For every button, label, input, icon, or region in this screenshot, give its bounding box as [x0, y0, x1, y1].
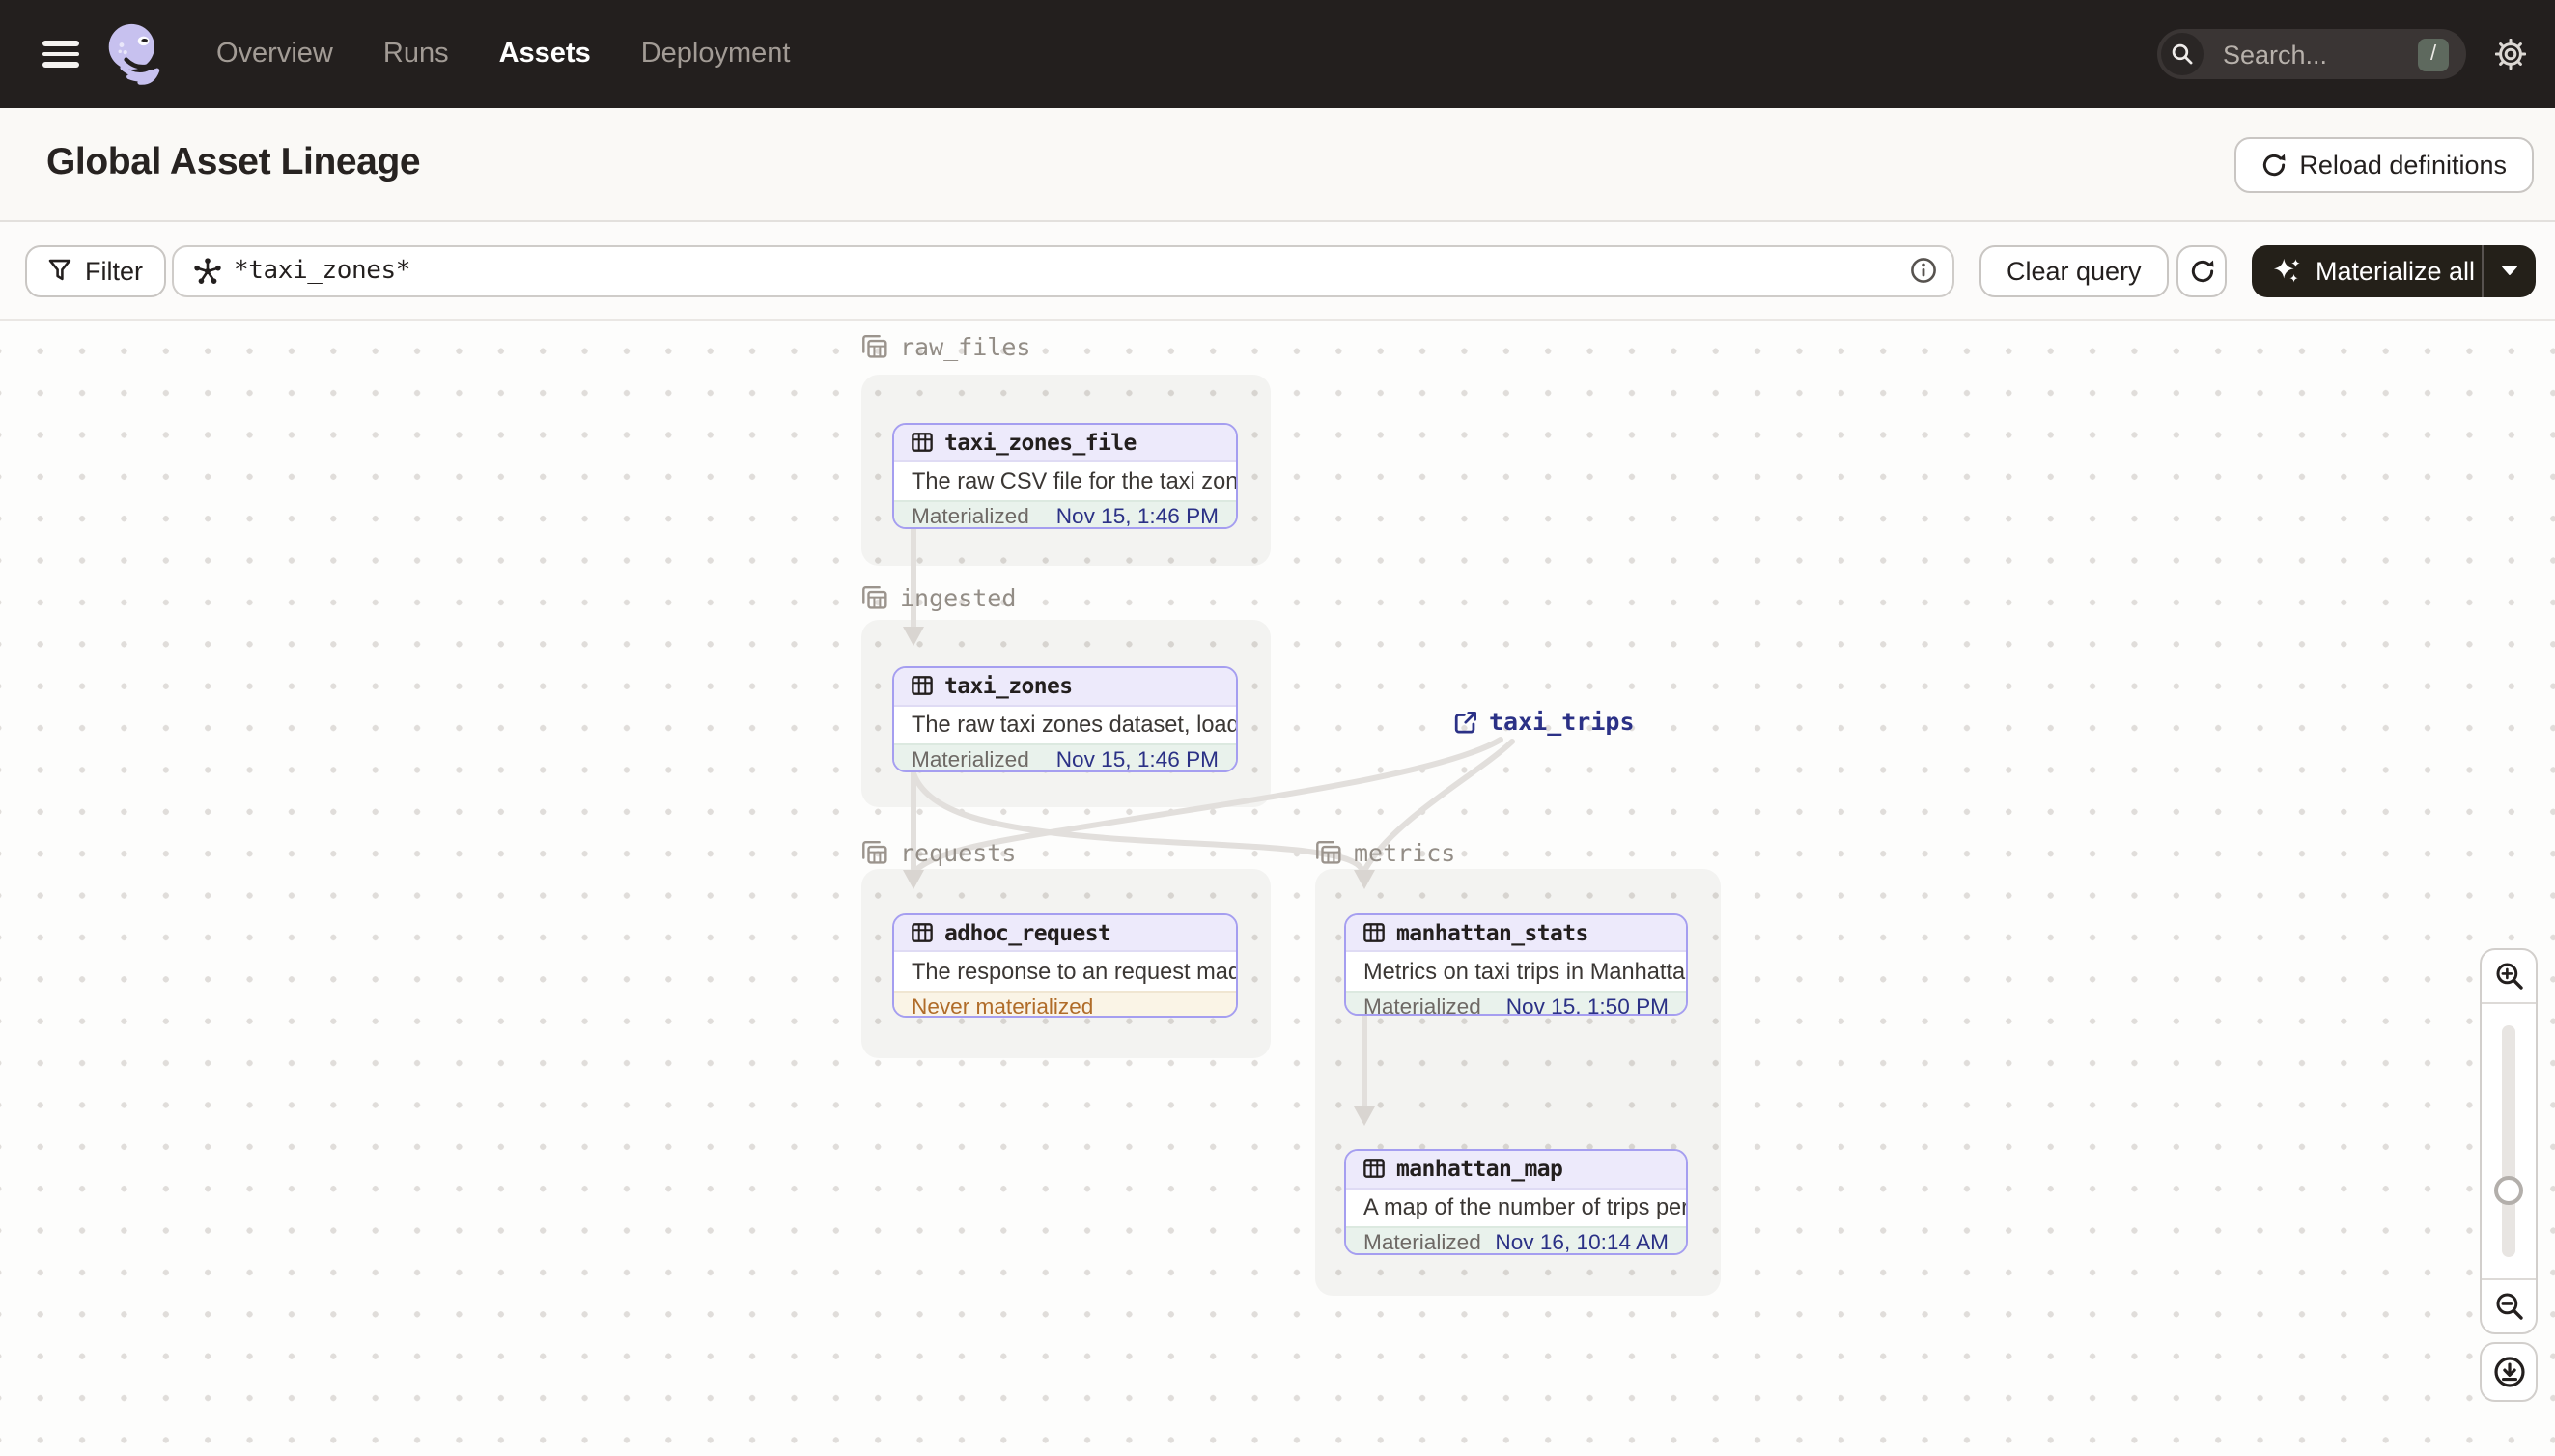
- table-icon: [1363, 1159, 1385, 1179]
- asset-name: manhattan_stats: [1396, 918, 1588, 946]
- table-icon: [912, 676, 933, 696]
- layered-table-icon: [862, 586, 887, 609]
- status-label: Materialized: [1363, 1232, 1481, 1255]
- external-asset-name: taxi_trips: [1489, 707, 1635, 736]
- external-asset-taxi-trips[interactable]: taxi_trips: [1454, 707, 1635, 736]
- zoom-slider-thumb[interactable]: [2494, 1176, 2523, 1205]
- reload-definitions-label: Reload definitions: [2299, 150, 2507, 180]
- lineage-edges: [903, 526, 1515, 1126]
- nav-item-runs[interactable]: Runs: [383, 39, 449, 70]
- refresh-icon: [2190, 260, 2213, 282]
- table-icon: [912, 432, 933, 452]
- asset-name: taxi_zones: [944, 672, 1073, 700]
- nav-item-assets[interactable]: Assets: [499, 39, 591, 70]
- asset-status-row: Materialized Nov 15, 1:46 PM: [894, 743, 1236, 772]
- lineage-toolbar: Filter *taxi_zones* Clear query Material…: [0, 222, 2555, 321]
- asset-description: The raw taxi zones dataset, loaded int..…: [912, 711, 1236, 739]
- lineage-canvas[interactable]: raw_files ingested requests metrics taxi…: [0, 321, 2555, 1456]
- group-label-ingested: ingested: [861, 583, 1016, 612]
- materialization-timestamp[interactable]: Nov 15, 1:46 PM: [1056, 505, 1219, 527]
- top-nav-bar: Overview Runs Assets Deployment Search..…: [0, 0, 2555, 108]
- gear-icon[interactable]: [2466, 39, 2555, 70]
- materialize-options-caret[interactable]: [2484, 266, 2536, 277]
- asset-status-row: Materialized Nov 15, 1:50 PM: [1346, 990, 1686, 1016]
- search-input[interactable]: Search... /: [2157, 29, 2466, 79]
- search-icon: [2161, 33, 2204, 75]
- sparkle-icon: [2273, 258, 2300, 282]
- asset-status-row: Materialized Nov 15, 1:46 PM: [894, 499, 1236, 528]
- layered-table-icon: [862, 335, 887, 358]
- refresh-button[interactable]: [2176, 244, 2227, 297]
- asset-selector-icon: [193, 257, 222, 286]
- table-icon: [912, 922, 933, 942]
- zoom-controls: [2480, 948, 2538, 1334]
- zoom-out-button[interactable]: [2482, 1280, 2536, 1332]
- nav-links: Overview Runs Assets Deployment: [216, 39, 790, 70]
- page-header: Global Asset Lineage Reload definitions: [0, 108, 2555, 222]
- reload-definitions-button[interactable]: Reload definitions: [2233, 137, 2534, 192]
- asset-name: manhattan_map: [1396, 1155, 1563, 1183]
- dagster-app: Overview Runs Assets Deployment Search..…: [0, 0, 2555, 1456]
- asset-node-taxi-zones-file[interactable]: taxi_zones_file The raw CSV file for the…: [892, 422, 1238, 529]
- filter-icon: [48, 260, 71, 281]
- status-label: Materialized: [1363, 995, 1481, 1016]
- asset-name: taxi_zones_file: [944, 428, 1137, 456]
- external-link-icon: [1454, 711, 1476, 733]
- recenter-view-button[interactable]: [2480, 1342, 2538, 1402]
- asset-description: The raw CSV file for the taxi zones dat.…: [912, 466, 1236, 494]
- asset-description: A map of the number of trips per taxi z.…: [1363, 1193, 1686, 1221]
- zoom-out-icon: [2495, 1293, 2522, 1320]
- asset-node-manhattan-stats[interactable]: manhattan_stats Metrics on taxi trips in…: [1344, 912, 1688, 1016]
- status-label: Materialized: [912, 505, 1029, 528]
- asset-status-row: Materialized Nov 16, 10:14 AM: [1346, 1226, 1686, 1255]
- clear-query-label: Clear query: [2007, 256, 2142, 286]
- clear-query-button[interactable]: Clear query: [1979, 244, 2169, 297]
- asset-selection-value: *taxi_zones*: [234, 256, 411, 286]
- zoom-slider-track[interactable]: [2502, 1025, 2515, 1257]
- status-label: Never materialized: [912, 995, 1094, 1017]
- asset-description: Metrics on taxi trips in Manhattan: [1363, 957, 1686, 985]
- materialize-all-button[interactable]: Materialize all: [2252, 244, 2536, 297]
- filter-label: Filter: [85, 256, 143, 286]
- info-icon[interactable]: [1910, 258, 1937, 285]
- zoom-in-icon: [2495, 963, 2522, 990]
- recenter-icon: [2493, 1357, 2524, 1387]
- dagster-logo[interactable]: [104, 21, 170, 87]
- asset-description: The response to an request made in th...: [912, 957, 1236, 985]
- group-label-raw-files: raw_files: [861, 332, 1030, 361]
- materialization-timestamp[interactable]: Nov 16, 10:14 AM: [1495, 1232, 1669, 1253]
- status-label: Materialized: [912, 749, 1029, 772]
- search-placeholder: Search...: [2223, 40, 2328, 69]
- reload-icon: [2262, 154, 2285, 176]
- layered-table-icon: [1316, 841, 1341, 864]
- asset-node-adhoc-request[interactable]: adhoc_request The response to an request…: [892, 912, 1238, 1017]
- materialization-timestamp[interactable]: Nov 15, 1:50 PM: [1506, 995, 1669, 1014]
- layered-table-icon: [862, 841, 887, 864]
- zoom-slider[interactable]: [2482, 1002, 2536, 1280]
- materialize-all-label: Materialize all: [2316, 256, 2476, 286]
- asset-selection-input[interactable]: *taxi_zones*: [172, 244, 1954, 297]
- asset-node-taxi-zones[interactable]: taxi_zones The raw taxi zones dataset, l…: [892, 666, 1238, 772]
- group-label-requests: requests: [861, 838, 1016, 867]
- asset-status-row: Never materialized: [894, 990, 1236, 1017]
- hamburger-icon[interactable]: [42, 41, 79, 68]
- nav-item-deployment[interactable]: Deployment: [641, 39, 791, 70]
- page-title: Global Asset Lineage: [46, 141, 421, 183]
- table-icon: [1363, 922, 1385, 942]
- nav-item-overview[interactable]: Overview: [216, 39, 333, 70]
- search-shortcut-badge: /: [2418, 38, 2449, 70]
- caret-down-icon: [2502, 266, 2517, 276]
- materialization-timestamp[interactable]: Nov 15, 1:46 PM: [1056, 749, 1219, 770]
- filter-button[interactable]: Filter: [25, 244, 166, 297]
- asset-node-manhattan-map[interactable]: manhattan_map A map of the number of tri…: [1344, 1149, 1688, 1255]
- group-label-metrics: metrics: [1315, 838, 1455, 867]
- zoom-in-button[interactable]: [2482, 950, 2536, 1002]
- asset-name: adhoc_request: [944, 918, 1111, 946]
